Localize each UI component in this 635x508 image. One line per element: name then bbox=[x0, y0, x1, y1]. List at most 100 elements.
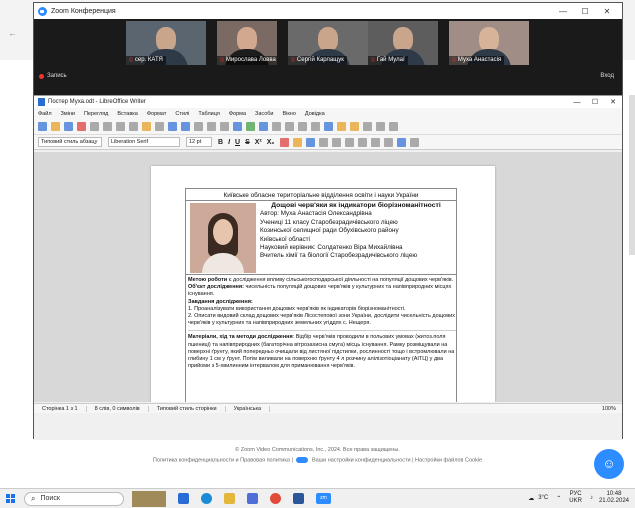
shapes-icon[interactable] bbox=[389, 122, 398, 131]
line-spacing-icon[interactable] bbox=[396, 137, 406, 147]
numbering-icon[interactable] bbox=[370, 137, 380, 147]
file-explorer-icon[interactable] bbox=[224, 493, 235, 504]
print-icon[interactable] bbox=[90, 122, 99, 131]
line-icon[interactable] bbox=[376, 122, 385, 131]
strikethrough-button[interactable]: S bbox=[245, 139, 250, 146]
participant-tile[interactable]: ⦸ Муха Анастасія bbox=[449, 21, 529, 65]
insert-table-icon[interactable] bbox=[233, 122, 242, 131]
field-icon[interactable] bbox=[298, 122, 307, 131]
insert-chart-icon[interactable] bbox=[259, 122, 268, 131]
export-pdf-icon[interactable] bbox=[77, 122, 86, 131]
menu-file[interactable]: Файл bbox=[38, 111, 52, 117]
redo-icon[interactable] bbox=[181, 122, 190, 131]
indent-icon[interactable] bbox=[383, 137, 393, 147]
menu-tools[interactable]: Засоби bbox=[255, 111, 273, 117]
status-page[interactable]: Сторінка 1 з 1 bbox=[34, 405, 87, 412]
clone-format-icon[interactable] bbox=[155, 122, 164, 131]
privacy-settings-link[interactable]: Ваши настройки конфиденциальности bbox=[312, 457, 411, 463]
hyperlink-icon[interactable] bbox=[324, 122, 333, 131]
menu-help[interactable]: Довідка bbox=[305, 111, 325, 117]
participant-tile[interactable]: ⦸ Мирослава Ловва bbox=[217, 21, 277, 65]
status-page-style[interactable]: Типовий стиль сторінки bbox=[149, 405, 226, 412]
cut-icon[interactable] bbox=[116, 122, 125, 131]
writer-minimize-button[interactable]: — bbox=[568, 99, 586, 106]
menu-styles[interactable]: Стилі bbox=[175, 111, 189, 117]
back-arrow-icon[interactable]: ← bbox=[8, 28, 17, 38]
cookie-settings-link[interactable]: Настройки файлов Cookie bbox=[415, 457, 482, 463]
font-size-select[interactable]: 12 pt bbox=[186, 137, 212, 147]
participant-tile[interactable]: ⦸ сер. КАТЯ bbox=[126, 21, 206, 65]
italic-button[interactable]: I bbox=[228, 139, 230, 146]
privacy-policy-link[interactable]: Политика конфиденциальности и Правовая п… bbox=[153, 457, 290, 463]
justify-icon[interactable] bbox=[344, 137, 354, 147]
chat-bubble-icon[interactable]: ☺ bbox=[594, 449, 624, 479]
weather-icon[interactable]: ☁ bbox=[528, 495, 534, 502]
track-changes-icon[interactable] bbox=[363, 122, 372, 131]
open-folder-icon[interactable] bbox=[51, 122, 60, 131]
paragraph-style-select[interactable]: Типовий стиль абзацу bbox=[38, 137, 102, 147]
maximize-button[interactable]: ☐ bbox=[574, 7, 596, 16]
undo-icon[interactable] bbox=[168, 122, 177, 131]
task-view-icon[interactable] bbox=[178, 493, 189, 504]
menu-insert[interactable]: Вставка bbox=[117, 111, 137, 117]
bold-button[interactable]: B bbox=[218, 139, 223, 146]
insert-image-icon[interactable] bbox=[246, 122, 255, 131]
writer-maximize-button[interactable]: ☐ bbox=[586, 98, 604, 106]
spellcheck-icon[interactable] bbox=[207, 122, 216, 131]
paragraph-icon[interactable] bbox=[409, 137, 419, 147]
paste-icon[interactable] bbox=[142, 122, 151, 131]
chrome-icon[interactable] bbox=[270, 493, 281, 504]
save-icon[interactable] bbox=[64, 122, 73, 131]
volume-icon[interactable]: ♪ bbox=[590, 495, 593, 501]
recording-indicator[interactable]: Запись bbox=[39, 73, 67, 79]
footnote-icon[interactable] bbox=[337, 122, 346, 131]
store-icon[interactable] bbox=[247, 493, 258, 504]
document-page[interactable]: Київське обласне територіальне відділенн… bbox=[151, 166, 495, 402]
status-zoom[interactable]: 100% bbox=[270, 406, 622, 412]
formatting-marks-icon[interactable] bbox=[220, 122, 229, 131]
document-canvas[interactable]: Київське обласне територіальне відділенн… bbox=[34, 152, 622, 402]
font-color-icon[interactable] bbox=[279, 137, 289, 147]
font-name-select[interactable]: Liberation Serif bbox=[108, 137, 180, 147]
zoom-app-icon[interactable]: zm bbox=[316, 493, 331, 504]
clock[interactable]: 10:48 21.02.2024 bbox=[599, 491, 629, 505]
text-box-icon[interactable] bbox=[272, 122, 281, 131]
participant-tile[interactable]: ⦸ Сергій Карлащук bbox=[288, 21, 368, 65]
print-preview-icon[interactable] bbox=[103, 122, 112, 131]
menu-edit[interactable]: Зміни bbox=[61, 111, 75, 117]
align-center-icon[interactable] bbox=[318, 137, 328, 147]
participant-tile[interactable]: ⦸ Гай Мулаї bbox=[368, 21, 438, 65]
word-icon[interactable] bbox=[293, 493, 304, 504]
subscript-button[interactable]: X₂ bbox=[267, 139, 275, 146]
menu-table[interactable]: Таблиця bbox=[198, 111, 219, 117]
edge-icon[interactable] bbox=[201, 493, 212, 504]
find-replace-icon[interactable] bbox=[194, 122, 203, 131]
underline-button[interactable]: U bbox=[235, 139, 240, 146]
taskbar-search[interactable]: ⌕ Поиск bbox=[24, 491, 124, 506]
privacy-toggle-icon[interactable] bbox=[296, 457, 309, 463]
weather-temp[interactable]: 3°C bbox=[538, 495, 548, 501]
windows-start-icon[interactable] bbox=[6, 493, 16, 504]
tray-arrow-icon[interactable]: ⌃ bbox=[556, 495, 561, 502]
menu-form[interactable]: Форма bbox=[229, 111, 246, 117]
menu-format[interactable]: Формат bbox=[147, 111, 167, 117]
superscript-button[interactable]: X² bbox=[255, 139, 262, 146]
highlight-icon[interactable] bbox=[292, 137, 302, 147]
new-doc-icon[interactable] bbox=[38, 122, 47, 131]
page-break-icon[interactable] bbox=[285, 122, 294, 131]
status-language[interactable]: Українська bbox=[226, 405, 271, 412]
align-right-icon[interactable] bbox=[331, 137, 341, 147]
taskbar-widget-image[interactable] bbox=[132, 490, 166, 507]
writer-close-button[interactable]: ✕ bbox=[604, 98, 622, 106]
exit-button[interactable]: Вход bbox=[600, 73, 614, 79]
menu-view[interactable]: Перегляд bbox=[84, 111, 108, 117]
comment-icon[interactable] bbox=[350, 122, 359, 131]
menu-window[interactable]: Вікно bbox=[283, 111, 296, 117]
minimize-button[interactable]: — bbox=[552, 7, 574, 16]
close-button[interactable]: ✕ bbox=[596, 7, 618, 16]
align-left-icon[interactable] bbox=[305, 137, 315, 147]
copy-icon[interactable] bbox=[129, 122, 138, 131]
bullets-icon[interactable] bbox=[357, 137, 367, 147]
special-char-icon[interactable] bbox=[311, 122, 320, 131]
language-indicator[interactable]: РУС UKR bbox=[569, 491, 582, 505]
